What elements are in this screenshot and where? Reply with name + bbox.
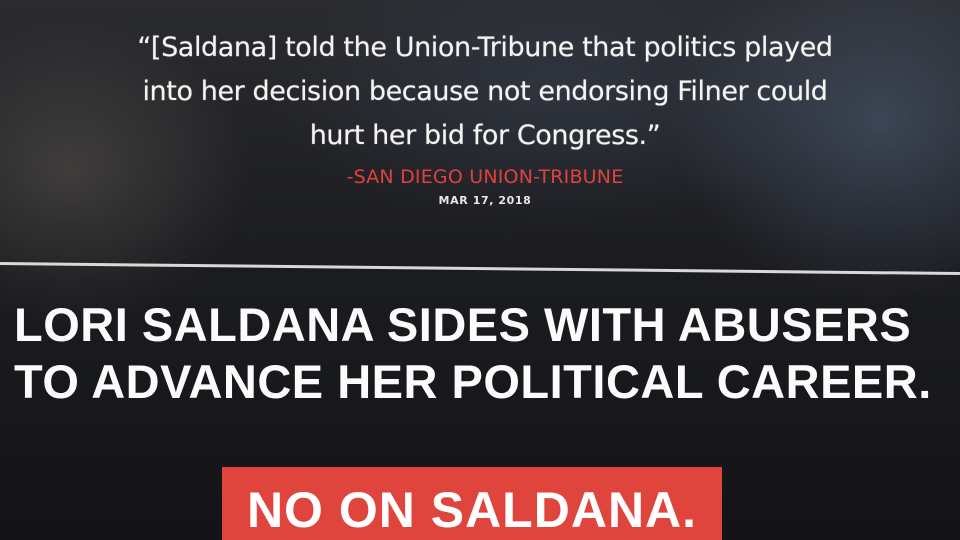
headline-line-2: TO ADVANCE HER POLITICAL CAREER. [14, 355, 932, 408]
quote-block: “[Saldana] told the Union-Tribune that p… [90, 26, 880, 207]
headline: LORI SALDANA SIDES WITH ABUSERS TO ADVAN… [14, 296, 954, 410]
quote-text: “[Saldana] told the Union-Tribune that p… [137, 32, 833, 151]
cta-banner: NO ON SALDANA. [222, 467, 722, 540]
quote-source: -SAN DIEGO UNION-TRIBUNE [346, 166, 624, 188]
quote-date: MAR 17, 2018 [438, 194, 532, 207]
political-flyer: “[Saldana] told the Union-Tribune that p… [0, 0, 960, 540]
divider-line [0, 262, 960, 276]
cta-label: NO ON SALDANA. [246, 482, 698, 538]
headline-line-1: LORI SALDANA SIDES WITH ABUSERS [14, 298, 912, 351]
